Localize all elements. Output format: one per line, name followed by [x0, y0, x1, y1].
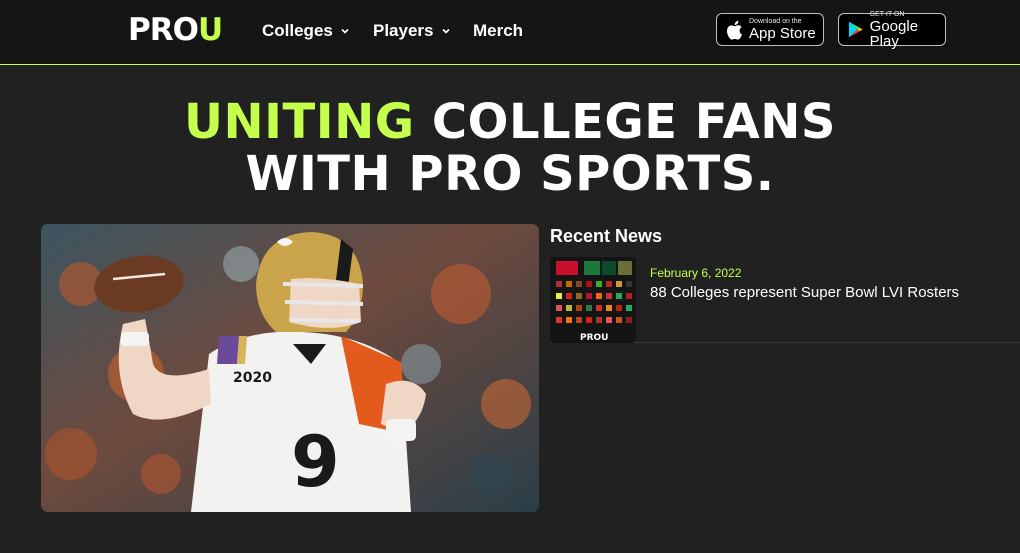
google-play-small-text: GET IT ON	[869, 10, 905, 18]
app-store-big-text: App Store	[749, 25, 816, 42]
news-thumbnail[interactable]: PROU	[550, 257, 636, 343]
news-item[interactable]: PROU February 6, 2022 88 Colleges repres…	[550, 256, 1020, 343]
app-store-small-text: Download on the	[749, 18, 802, 25]
apple-icon	[727, 20, 742, 40]
jersey-number: 9	[291, 421, 340, 503]
nav-colleges[interactable]: Colleges	[262, 19, 350, 43]
jersey-stripe-purple	[217, 336, 239, 364]
hero-line1-rest: COLLEGE FANS	[414, 94, 836, 150]
app-store-button[interactable]: Download on the App Store	[716, 13, 824, 46]
featured-quarterback-image[interactable]: 2020 9	[41, 224, 539, 512]
prou-logo[interactable]: PROU	[128, 12, 223, 48]
news-date: February 6, 2022	[650, 266, 742, 280]
super-bowl-rosters-graphic: PROU	[550, 257, 636, 343]
hero-highlight-word: UNITING	[184, 94, 415, 150]
news-title-link[interactable]: 88 Colleges represent Super Bowl LVI Ros…	[650, 284, 959, 302]
thumb-prou-logo: PROU	[580, 333, 609, 343]
left-wristband	[386, 419, 416, 441]
logo-text-main: PRO	[128, 12, 199, 48]
nav-players-label: Players	[373, 21, 434, 40]
super-bowl-logo	[556, 261, 578, 275]
google-play-big-text: Google Play	[869, 17, 919, 50]
jersey-patch: 2020	[233, 370, 272, 386]
quarterback-illustration: 2020 9	[41, 224, 539, 512]
recent-news-heading: Recent News	[550, 226, 663, 246]
nav-merch[interactable]: Merch	[473, 19, 523, 43]
nav-colleges-label: Colleges	[262, 21, 333, 40]
google-play-button[interactable]: GET IT ON Google Play	[838, 10, 946, 50]
wristband	[121, 332, 149, 346]
nav-merch-label: Merch	[473, 21, 524, 40]
logo-text-accent: U	[197, 12, 223, 48]
nav-players[interactable]: Players	[373, 19, 451, 43]
chevron-down-icon	[441, 28, 450, 34]
chevron-down-icon	[341, 28, 349, 34]
top-navigation-bar: PROU Colleges Players Merch Download on …	[0, 0, 1020, 65]
hero-line2: WITH PRO SPORTS.	[245, 146, 775, 202]
google-play-icon	[848, 21, 863, 38]
hero-headline: UNITING COLLEGE FANS WITH PRO SPORTS.	[0, 96, 1020, 200]
